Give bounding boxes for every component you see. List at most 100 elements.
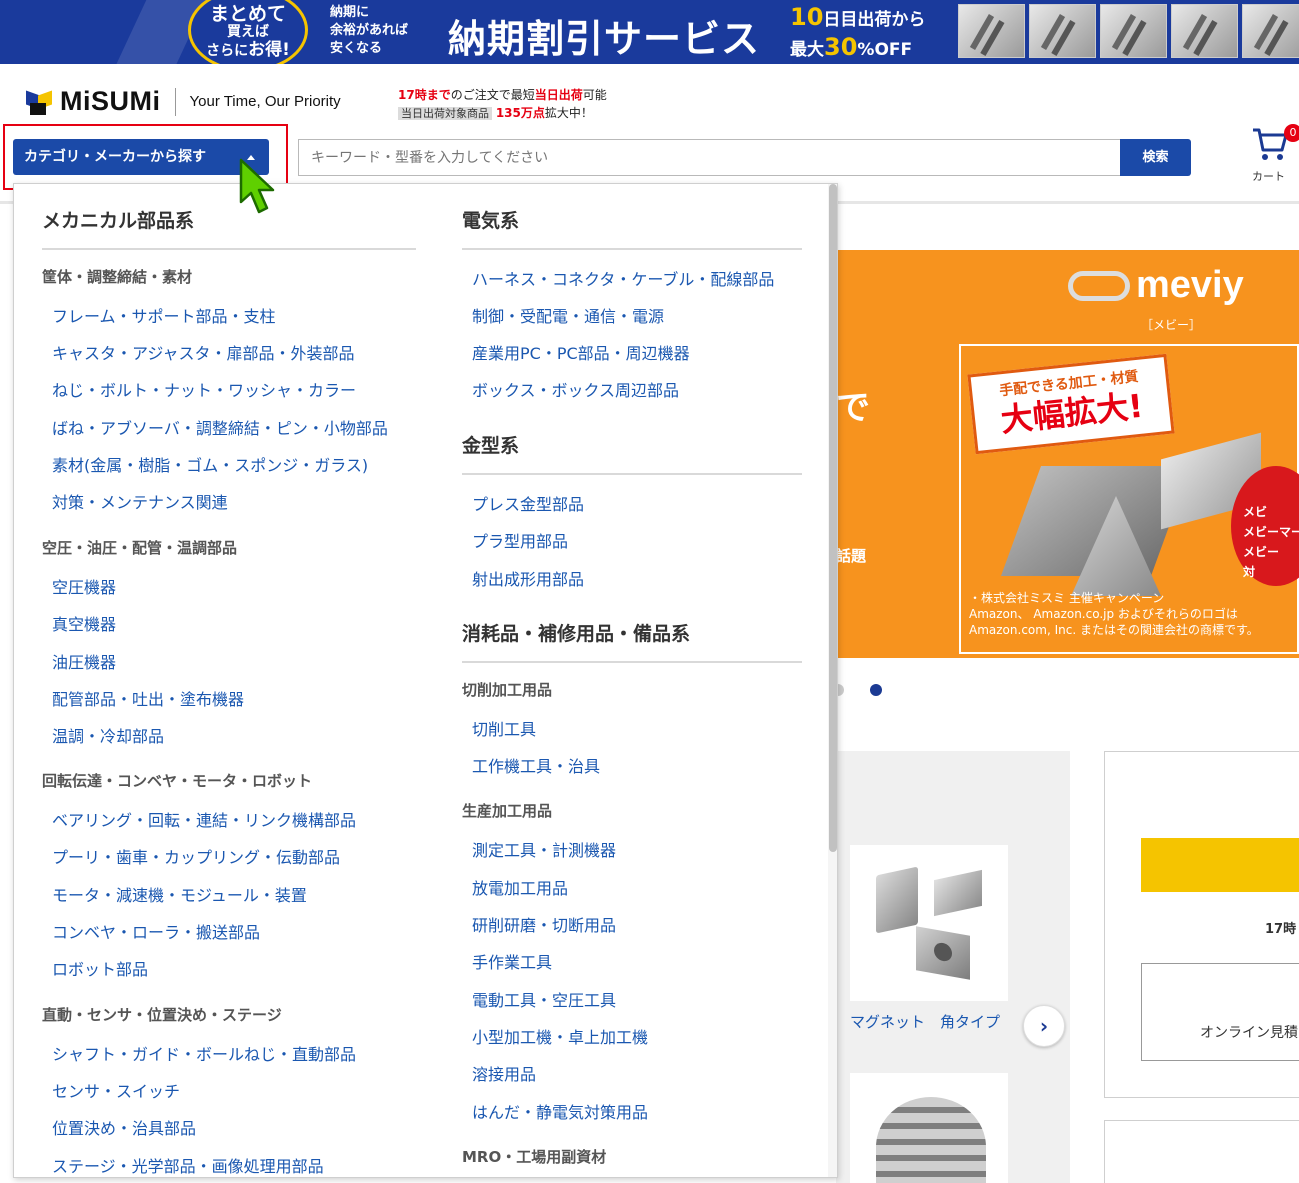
category-link[interactable]: プラ型用部品 [472,528,568,552]
category-link[interactable]: 研削研磨・切断用品 [472,912,616,936]
section-title-mechanical: メカニカル部品系 [42,210,195,232]
category-link[interactable]: 油圧機器 [52,649,116,673]
cart-button[interactable]: 0 カート [1250,124,1299,186]
category-link[interactable]: 測定工具・計測機器 [472,837,616,861]
category-link[interactable]: 小型加工機・卓上加工機 [472,1024,648,1048]
category-link[interactable]: プーリ・歯車・カップリング・伝動部品 [52,844,340,868]
logo-divider [174,87,176,116]
category-link[interactable]: コンベヤ・ローラ・搬送部品 [52,919,260,943]
banner-badge-emphasis: お得! [248,40,290,60]
category-link[interactable]: ばね・アブソーバ・調整締結・ピン・小物部品 [52,415,388,439]
side-panel-cutoff-text: 17時 [1265,922,1297,937]
category-link[interactable]: 切削工具 [472,716,536,740]
online-quote-label: オンライン見積 [1200,1025,1298,1041]
ship-possible: 可能 [582,88,607,102]
mouse-pointer-icon [239,158,275,214]
banner-thumb-posts [1100,4,1167,58]
category-link[interactable]: はんだ・静電気対策用品 [472,1099,648,1123]
category-link[interactable]: モータ・減速機・モジュール・装置 [52,882,307,906]
category-link[interactable]: 温調・冷却部品 [52,723,164,747]
meviy-hero-banner[interactable]: で 話題 meviy ［メビー］ 手配できる加工・材質 大幅拡大! メビ メビー… [836,250,1299,658]
banner-offer-line1: 日目出荷から [823,10,926,30]
apple-line4: 対 [1243,565,1256,579]
banner-offer-days: 10 [790,3,824,31]
banner-offer-percent: 30 [824,33,858,61]
category-link[interactable]: ねじ・ボルト・ナット・ワッシャ・カラー [52,377,356,401]
bolt-image [876,1097,986,1183]
category-link[interactable]: プレス金型部品 [472,491,584,515]
cart-icon [1253,128,1288,160]
carousel-dot-active[interactable] [870,684,882,696]
section-title-consumables: 消耗品・補修用品・備品系 [462,623,691,645]
ship-item-count: 135万点 [495,106,545,120]
carousel-next-button[interactable]: › [1023,1005,1065,1047]
group-label: 回転伝達・コンベヤ・モータ・ロボット [42,772,313,790]
search-button[interactable]: 検索 [1120,139,1191,176]
section-title-electrical: 電気系 [462,210,520,232]
site-logo[interactable]: MiSUMi Your Time, Our Priority [26,86,341,117]
product-card-magnet[interactable] [850,845,1008,1001]
ship-cutoff: 17時まで [398,88,451,102]
category-link[interactable]: ベアリング・回転・連結・リンク機構部品 [52,807,356,831]
misumi-logo-icon [26,89,52,115]
section-divider [462,248,802,250]
category-link[interactable]: 位置決め・治具部品 [52,1115,196,1139]
section-title-mold: 金型系 [462,435,520,457]
category-link[interactable]: キャスタ・アジャスタ・扉部品・外装部品 [52,340,355,364]
section-divider [462,473,802,475]
category-menu-button[interactable]: カテゴリ・メーカーから探す [13,139,269,175]
banner-badge-line2: 買えば [227,24,269,40]
magnet-image [934,869,982,917]
logo-tagline: Your Time, Our Priority [189,93,341,110]
magnet-image [876,866,918,934]
product-label[interactable]: マグネット 角タイプ [850,1011,1000,1032]
category-link[interactable]: 対策・メンテナンス関連 [52,489,228,513]
category-link[interactable]: 電動工具・空圧工具 [472,987,616,1011]
group-label: 切削加工用品 [462,681,553,699]
product-card-bolt[interactable] [850,1073,1008,1183]
category-link[interactable]: 真空機器 [52,611,116,635]
shipping-notice[interactable]: 17時までのご注文で最短当日出荷可能 当日出荷対象商品 135万点拡大中！ [398,86,607,123]
category-link[interactable]: シャフト・ガイド・ボールねじ・直動部品 [52,1041,356,1065]
online-quote-box[interactable]: オンライン見積 [1141,963,1299,1061]
category-link[interactable]: 配管部品・吐出・塗布機器 [52,686,244,710]
note-line1: ・株式会社ミスミ 主催キャンペーン [969,591,1165,605]
apple-line3: メビー [1243,545,1280,559]
category-link[interactable]: 素材(金属・樹脂・ゴム・スポンジ・ガラス) [52,452,368,476]
category-link[interactable]: フレーム・サポート部品・支柱 [52,303,276,327]
category-link[interactable]: ハーネス・コネクタ・ケーブル・配線部品 [472,266,774,290]
apple-line2: メビーマーケ [1243,525,1299,539]
side-panel: 17時 オンライン見積 [1104,751,1299,1098]
dropdown-scrollbar-thumb[interactable] [829,184,837,852]
category-link[interactable]: 放電加工用品 [472,875,568,899]
category-link[interactable]: 空圧機器 [52,574,116,598]
category-link[interactable]: ステージ・光学部品・画像処理用部品 [52,1153,324,1177]
category-link[interactable]: 工作機工具・治具 [472,753,600,777]
banner-thumb-shafts [958,4,1025,58]
banner-note-line2: 余裕があれば [330,23,409,38]
banner-note-line3: 安くなる [330,41,383,56]
search-input[interactable] [298,139,1120,176]
group-label: 空圧・油圧・配管・温調部品 [42,539,238,557]
banner-offer-off: %OFF [857,40,913,60]
category-link[interactable]: ロボット部品 [52,956,148,980]
banner-note-line1: 納期に [330,5,370,20]
cart-label: カート [1252,170,1285,183]
category-link[interactable]: 産業用PC・PC部品・周辺機器 [472,340,690,364]
banner-thumb-fasteners [1171,4,1238,58]
category-link[interactable]: 制御・受配電・通信・電源 [472,303,664,327]
category-link[interactable]: センサ・スイッチ [52,1078,180,1102]
side-panel-lower [1104,1120,1299,1183]
banner-bulk-badge: まとめて 買えば さらにお得! [188,0,308,64]
promo-banner[interactable]: まとめて 買えば さらにお得! 納期に 余裕があれば 安くなる 納期割引サービス… [0,0,1299,64]
banner-offer: 10日目出荷から 最大30%OFF [790,4,925,64]
category-link[interactable]: 溶接用品 [472,1061,536,1085]
category-link[interactable]: ボックス・ボックス周辺部品 [472,377,679,401]
banner-product-thumbnails [958,4,1299,58]
category-link[interactable]: 手作業工具 [472,949,552,973]
side-panel-yellow-bar[interactable] [1141,838,1299,892]
category-button-label: カテゴリ・メーカーから探す [24,149,206,165]
banner-headline: 納期割引サービス [448,17,761,61]
category-link[interactable]: 射出成形用部品 [472,566,584,590]
group-label: 生産加工用品 [462,802,553,820]
